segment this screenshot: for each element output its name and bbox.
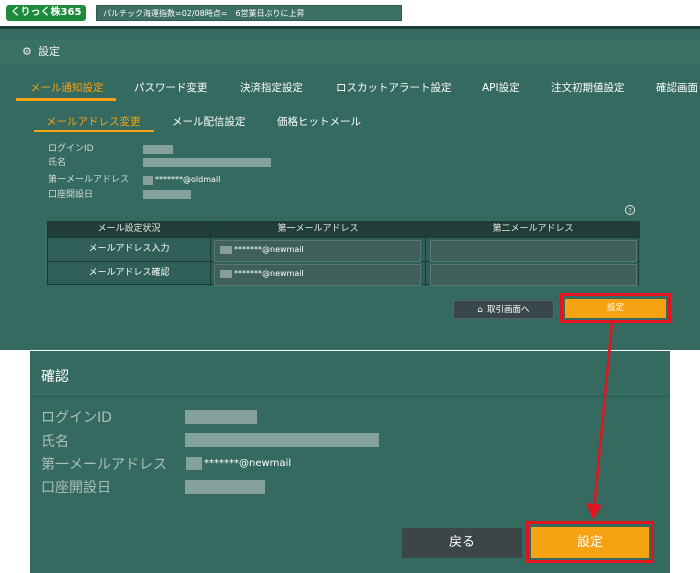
main-tab-bar: メール通知設定 パスワード変更 決済指定設定 ロスカットアラート設定 API設定… <box>0 76 700 100</box>
brand-logo: くりっく株365 <box>6 5 86 21</box>
email1-confirm-value: *******@newmail <box>234 269 304 278</box>
confirm-email1-label: 第一メールアドレス <box>41 457 167 473</box>
email1-confirm-redacted <box>220 270 232 278</box>
confirm-email1-redacted <box>186 457 202 470</box>
subtab-email-change[interactable]: メールアドレス変更 <box>46 114 141 130</box>
confirm-open-date-redacted <box>185 480 265 494</box>
active-subtab-indicator <box>34 130 154 132</box>
title-bar <box>0 39 700 65</box>
tab-confirm-screen[interactable]: 確認画面 <box>656 76 698 100</box>
email1-input-redacted <box>220 246 232 254</box>
confirm-submit-button[interactable]: 設定 <box>531 527 649 558</box>
gear-icon: ⚙ <box>22 45 32 58</box>
help-icon[interactable]: ? <box>625 205 635 215</box>
row-label-email-input: メールアドレス入力 <box>88 244 170 254</box>
active-tab-indicator <box>16 98 116 101</box>
home-icon: ⌂ <box>477 305 483 315</box>
trade-screen-label: 取引画面へ <box>486 305 530 315</box>
confirm-email1-value: *******@newmail <box>204 458 292 469</box>
subtab-price-hit-mail[interactable]: 価格ヒットメール <box>277 114 361 130</box>
email-settings-table: メール設定状況 第一メールアドレス 第二メールアドレス メールアドレス入力 **… <box>47 221 640 286</box>
email2-confirm-field[interactable] <box>430 264 637 286</box>
news-ticker[interactable]: パルチック海運指数=02/08時点= 6営業日ぶりに上昇 <box>96 5 402 21</box>
settings-submit-button[interactable]: 設定 <box>565 299 666 318</box>
back-button[interactable]: 戻る <box>402 528 522 558</box>
name-label: 氏名 <box>48 158 67 168</box>
confirm-name-label: 氏名 <box>41 434 69 450</box>
tab-api-settings[interactable]: API設定 <box>482 76 520 100</box>
page-title: 設定 <box>38 45 60 58</box>
tab-password-change[interactable]: パスワード変更 <box>134 76 208 100</box>
table-divider <box>425 222 426 286</box>
tab-settlement-settings[interactable]: 決済指定設定 <box>240 76 303 100</box>
subtab-mail-delivery[interactable]: メール配信設定 <box>172 114 246 130</box>
table-header: メール設定状況 <box>48 222 210 237</box>
table-divider <box>210 222 211 286</box>
email1-redacted <box>143 176 153 185</box>
table-header: 第二メールアドレス <box>426 222 640 237</box>
tab-mail-notification[interactable]: メール通知設定 <box>30 76 104 100</box>
table-header: 第一メールアドレス <box>211 222 425 237</box>
confirm-divider <box>30 396 670 397</box>
confirm-title: 確認 <box>41 369 69 385</box>
trade-screen-button[interactable]: ⌂ 取引画面へ <box>453 300 554 319</box>
email2-input-field[interactable] <box>430 240 637 262</box>
confirm-login-id-label: ログインID <box>41 410 112 426</box>
tab-order-defaults[interactable]: 注文初期値設定 <box>551 76 625 100</box>
open-date-redacted <box>143 190 191 199</box>
row-label-email-confirm: メールアドレス確認 <box>88 268 170 278</box>
name-redacted <box>143 158 271 167</box>
email1-input-value: *******@newmail <box>234 245 304 254</box>
email1-label: 第一メールアドレス <box>48 175 130 185</box>
confirm-open-date-label: 口座開設日 <box>41 480 111 496</box>
open-date-label: 口座開設日 <box>48 190 94 200</box>
tab-losscut-alert[interactable]: ロスカットアラート設定 <box>336 76 452 100</box>
login-id-redacted <box>143 145 173 154</box>
login-id-label: ログインID <box>48 144 94 154</box>
confirm-name-redacted <box>185 433 379 447</box>
confirm-login-id-redacted <box>185 410 257 424</box>
email1-value: *******@oldmail <box>155 175 221 184</box>
